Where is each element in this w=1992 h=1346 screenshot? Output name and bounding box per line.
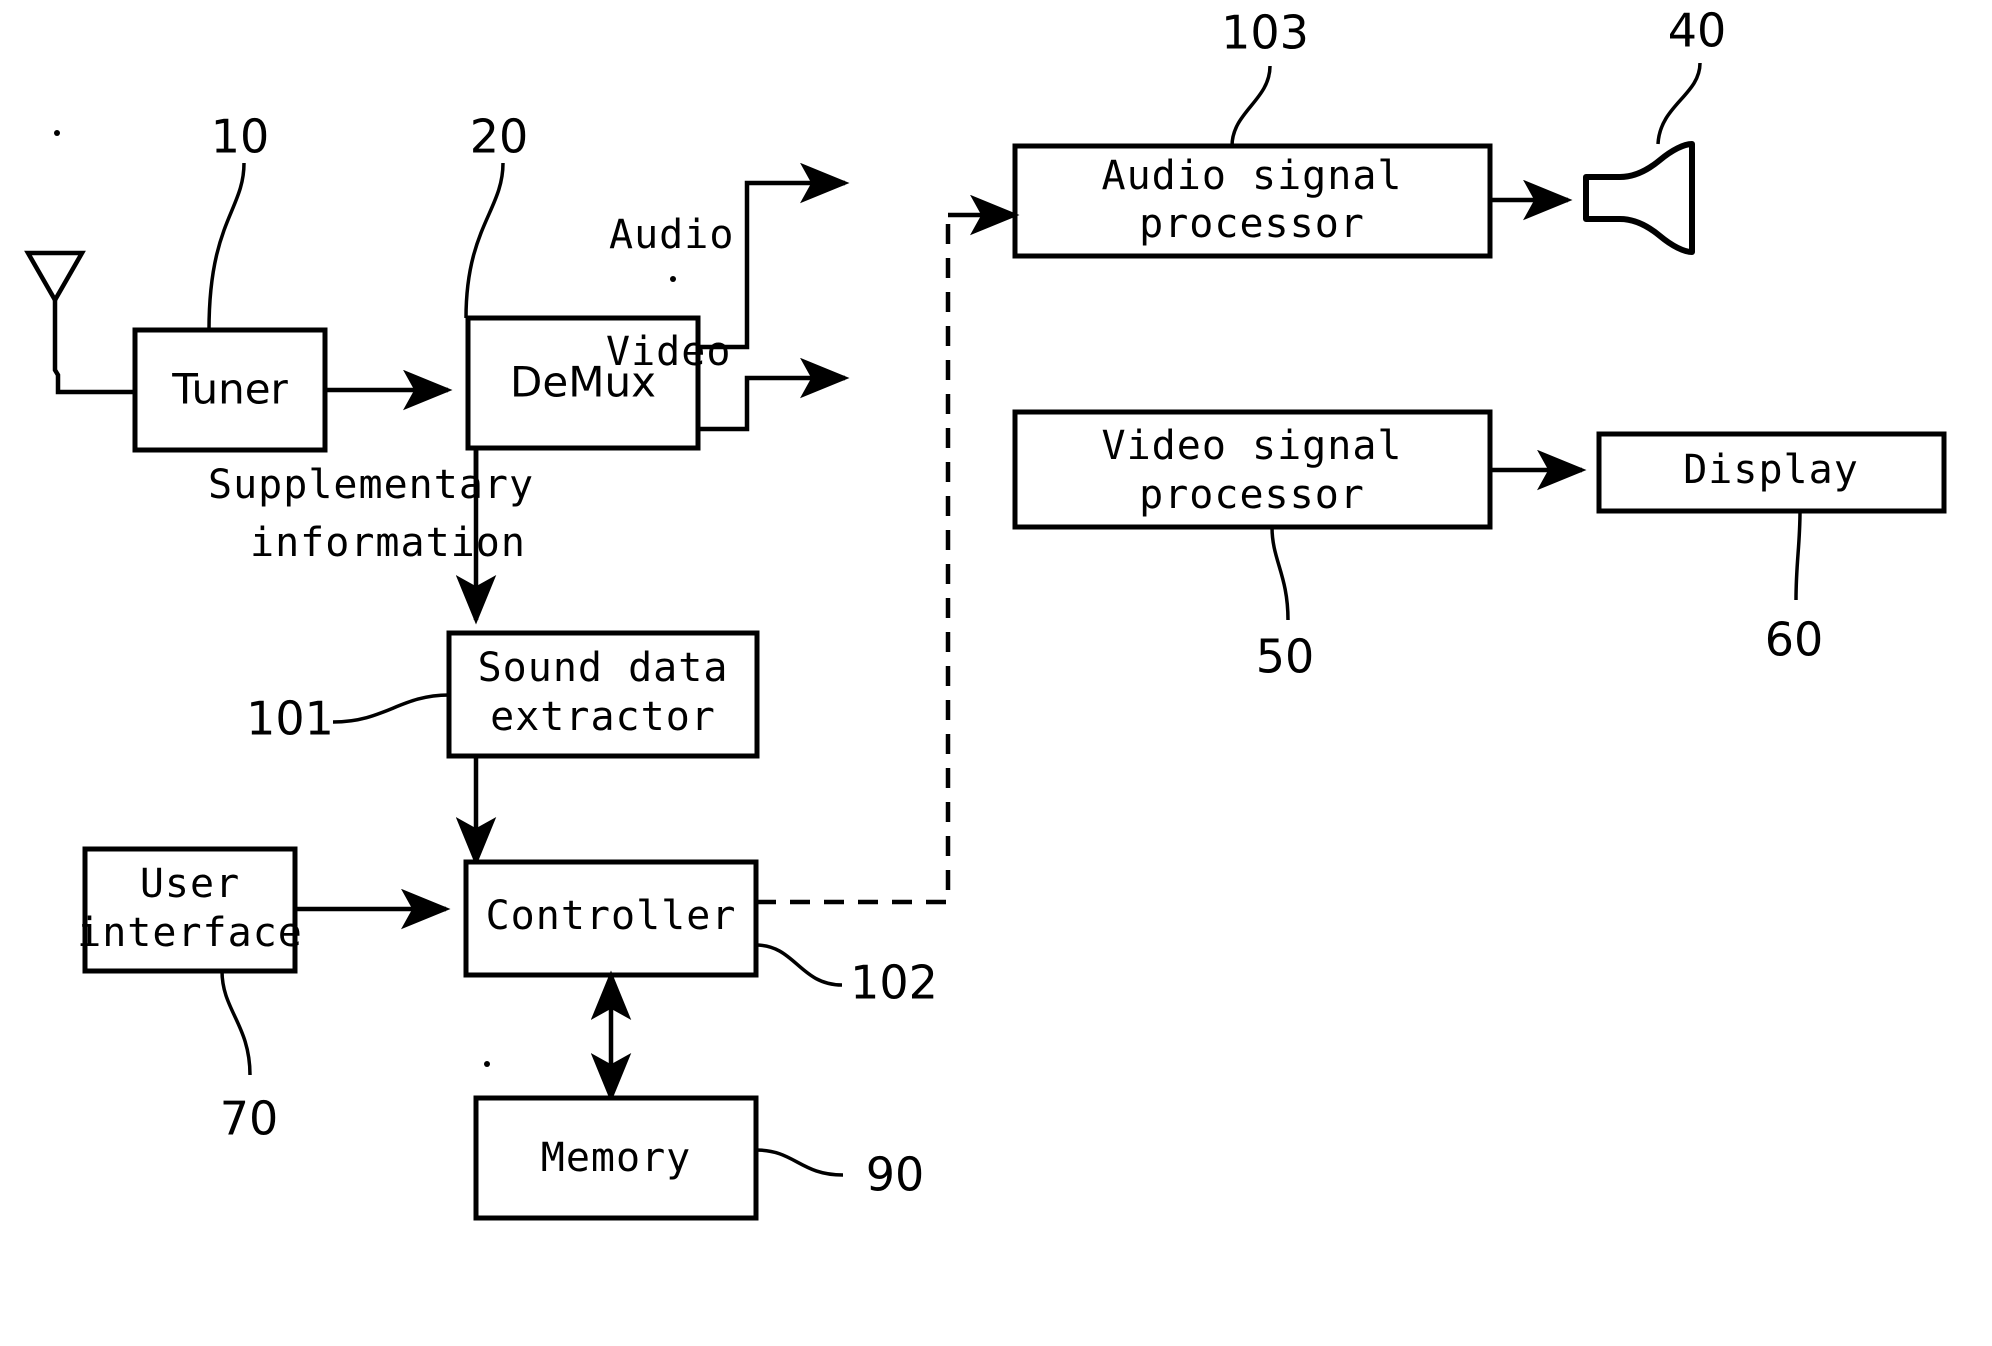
ref-50-label: 50: [1256, 630, 1315, 684]
ref-101: 101: [246, 692, 450, 746]
ref-60-label: 60: [1765, 613, 1824, 667]
video-signal-label: Video: [606, 329, 731, 375]
ref-90-label: 90: [866, 1148, 925, 1202]
ref-70: 70: [220, 970, 279, 1146]
block-tuner[interactable]: Tuner: [132, 327, 328, 453]
ref-10: 10: [207, 110, 270, 331]
ref-101-label: 101: [246, 692, 334, 746]
sound-extractor-label-line1: Sound data: [478, 645, 729, 691]
ref-40-label: 40: [1668, 4, 1727, 58]
block-memory[interactable]: Memory: [473, 1095, 759, 1221]
display-label: Display: [1683, 447, 1859, 493]
wire-demux-audio: [698, 162, 850, 350]
ref-20-label: 20: [470, 110, 529, 164]
wire-controller-to-audio-dashed: [756, 194, 1020, 905]
audio-processor-label-line1: Audio signal: [1102, 153, 1403, 199]
supplementary-label-line2: information: [250, 520, 526, 566]
ref-20: 20: [464, 110, 529, 319]
block-display[interactable]: Display: [1596, 431, 1947, 514]
scan-speck: [670, 276, 676, 282]
figure-canvas: Tuner 10 DeMux 20 Audio Video Supplement…: [0, 0, 1992, 1346]
scan-speck: [484, 1061, 490, 1067]
block-sound-data-extractor[interactable]: Sound data extractor: [446, 630, 760, 759]
block-video-signal-processor[interactable]: Video signal processor: [1012, 409, 1493, 530]
block-diagram: Tuner 10 DeMux 20 Audio Video Supplement…: [24, 4, 1947, 1221]
video-processor-label-line2: processor: [1139, 472, 1365, 518]
ref-40: 40: [1656, 4, 1727, 145]
block-audio-signal-processor[interactable]: Audio signal processor: [1012, 143, 1493, 259]
tuner-label: Tuner: [171, 365, 288, 414]
audio-signal-label: Audio: [609, 212, 734, 258]
ref-103-label: 103: [1221, 6, 1309, 60]
block-controller[interactable]: Controller: [463, 859, 759, 978]
ref-103: 103: [1221, 6, 1309, 147]
video-processor-label-line1: Video signal: [1102, 423, 1403, 469]
sound-extractor-label-line2: extractor: [490, 694, 716, 740]
user-interface-label-line2: interface: [77, 910, 303, 956]
memory-label: Memory: [541, 1135, 692, 1181]
scan-speck: [54, 130, 60, 136]
ref-10-label: 10: [211, 110, 270, 164]
ref-50: 50: [1256, 526, 1315, 684]
antenna-icon: [24, 250, 135, 395]
ref-102: 102: [755, 943, 938, 1010]
audio-processor-label-line2: processor: [1139, 201, 1365, 247]
block-user-interface[interactable]: User interface: [77, 846, 303, 974]
ref-90: 90: [755, 1148, 925, 1202]
user-interface-label-line1: User: [140, 861, 240, 907]
supplementary-label-line1: Supplementary: [208, 462, 534, 508]
ref-102-label: 102: [850, 956, 938, 1010]
wire-demux-video: [698, 357, 850, 432]
ref-70-label: 70: [220, 1092, 279, 1146]
controller-label: Controller: [486, 893, 737, 939]
ref-60: 60: [1765, 510, 1824, 667]
speaker-icon: [1583, 141, 1695, 255]
